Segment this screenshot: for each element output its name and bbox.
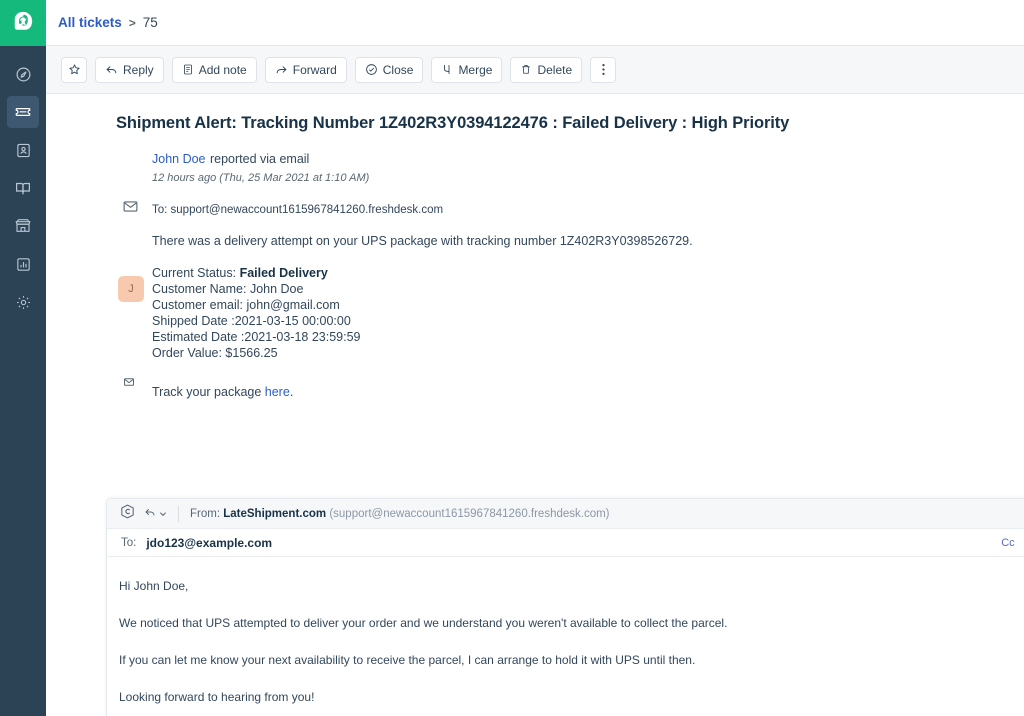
composer-to-label: To: bbox=[121, 537, 136, 549]
trash-icon bbox=[520, 63, 532, 76]
envelope-small-icon bbox=[123, 375, 135, 393]
reply-composer: From: LateShipment.com (support@newaccou… bbox=[106, 498, 1024, 716]
detail-estimated-date: Estimated Date :2021-03-18 23:59:59 bbox=[152, 329, 1000, 345]
page-title: Shipment Alert: Tracking Number 1Z402R3Y… bbox=[116, 114, 789, 134]
ticket-message-body: There was a delivery attempt on your UPS… bbox=[46, 216, 1024, 403]
add-note-button[interactable]: Add note bbox=[172, 57, 257, 83]
chevron-down-icon bbox=[159, 505, 167, 523]
sidebar-item-tickets[interactable] bbox=[7, 96, 39, 128]
ticket-action-toolbar: Reply Add note Forward bbox=[46, 46, 1024, 94]
ticket-to-line: To: support@newaccount1615967841260.fres… bbox=[152, 204, 1000, 216]
bar-chart-icon bbox=[15, 256, 32, 273]
reply-mode-selector[interactable] bbox=[144, 505, 167, 523]
cc-link[interactable]: Cc bbox=[1001, 537, 1014, 549]
reply-arrow-icon bbox=[105, 63, 118, 76]
status-label: Current Status: bbox=[152, 266, 236, 280]
speedometer-icon bbox=[15, 66, 32, 83]
track-package-line: Track your package here. bbox=[152, 383, 1000, 402]
detail-customer-email: Customer email: john@gmail.com bbox=[152, 297, 1000, 313]
sidebar-item-reports[interactable] bbox=[7, 248, 39, 280]
avatar: J bbox=[118, 276, 144, 302]
sidebar-item-admin[interactable] bbox=[7, 286, 39, 318]
detail-order-value: Order Value: $1566.25 bbox=[152, 345, 1000, 361]
message-intro: There was a delivery attempt on your UPS… bbox=[152, 232, 1000, 251]
forward-arrow-icon bbox=[275, 63, 288, 76]
composer-from-address: (support@newaccount1615967841260.freshde… bbox=[329, 508, 609, 520]
breadcrumb-all-tickets-link[interactable]: All tickets bbox=[58, 15, 122, 30]
close-ticket-button[interactable]: Close bbox=[355, 57, 424, 83]
reply-arrow-icon bbox=[144, 505, 156, 523]
contact-card-icon bbox=[15, 142, 32, 159]
ticket-reporter: J John Doe reported via email 12 hours a… bbox=[46, 134, 1024, 184]
forward-button[interactable]: Forward bbox=[265, 57, 347, 83]
detail-customer-name: Customer Name: John Doe bbox=[152, 281, 1000, 297]
check-circle-icon bbox=[365, 63, 378, 76]
ticket-header: Shipment Alert: Tracking Number 1Z402R3Y… bbox=[46, 94, 1024, 134]
breadcrumb-current-ticket: 75 bbox=[143, 15, 158, 30]
merge-button-label: Merge bbox=[458, 63, 492, 77]
main-column: All tickets > 75 Reply bbox=[46, 0, 1024, 716]
ticket-content-area: Shipment Alert: Tracking Number 1Z402R3Y… bbox=[46, 94, 1024, 716]
ticket-icon bbox=[14, 103, 32, 121]
reply-button[interactable]: Reply bbox=[95, 57, 164, 83]
sidebar-item-solutions[interactable] bbox=[7, 172, 39, 204]
merge-button[interactable]: Merge bbox=[431, 57, 502, 83]
merge-icon bbox=[441, 63, 453, 76]
ticket-recipient-row: To: support@newaccount1615967841260.fres… bbox=[46, 184, 1024, 216]
freshdesk-logo[interactable] bbox=[0, 0, 46, 46]
reply-button-label: Reply bbox=[123, 63, 154, 77]
composer-header-divider bbox=[178, 506, 179, 522]
track-package-suffix: . bbox=[290, 385, 293, 399]
forward-button-label: Forward bbox=[293, 63, 337, 77]
composer-paragraph-2: If you can let me know your next availab… bbox=[119, 651, 1024, 669]
detail-shipped-date: Shipped Date :2021-03-15 00:00:00 bbox=[152, 313, 1000, 329]
favorite-star-button[interactable] bbox=[61, 57, 87, 83]
kebab-menu-icon bbox=[602, 63, 605, 76]
composer-header: From: LateShipment.com (support@newaccou… bbox=[107, 499, 1024, 529]
composer-to-row: To: jdo123@example.com Cc Bcc bbox=[107, 529, 1024, 557]
detail-status: Current Status: Failed Delivery bbox=[152, 265, 1000, 281]
gear-icon bbox=[15, 294, 32, 311]
note-icon bbox=[182, 63, 194, 76]
composer-from-label: From: bbox=[190, 508, 220, 520]
sidebar-item-dashboard[interactable] bbox=[7, 58, 39, 90]
headset-logo-icon bbox=[12, 10, 34, 37]
breadcrumb: All tickets > 75 bbox=[46, 0, 1024, 46]
track-package-link[interactable]: here bbox=[265, 385, 290, 399]
close-ticket-button-label: Close bbox=[383, 63, 414, 77]
composer-greeting: Hi John Doe, bbox=[119, 577, 1024, 595]
delete-button[interactable]: Delete bbox=[510, 57, 582, 83]
reporter-name-link[interactable]: John Doe bbox=[152, 152, 206, 166]
breadcrumb-separator: > bbox=[129, 16, 136, 30]
app-root: All tickets > 75 Reply bbox=[0, 0, 1024, 716]
store-icon bbox=[14, 217, 32, 235]
reported-via-label: reported via email bbox=[210, 152, 309, 166]
sidebar-item-contacts[interactable] bbox=[7, 134, 39, 166]
more-actions-button[interactable] bbox=[590, 57, 616, 83]
composer-from-name: LateShipment.com bbox=[223, 508, 326, 520]
composer-from-row: From: LateShipment.com (support@newaccou… bbox=[190, 508, 610, 520]
book-icon bbox=[14, 179, 32, 197]
composer-body-editor[interactable]: Hi John Doe, We noticed that UPS attempt… bbox=[107, 557, 1024, 716]
add-note-button-label: Add note bbox=[199, 63, 247, 77]
status-badge: Failed Delivery bbox=[240, 266, 328, 280]
track-package-prefix: Track your package bbox=[152, 385, 265, 399]
cube-logo-icon bbox=[119, 503, 136, 525]
sidebar-item-forums[interactable] bbox=[7, 210, 39, 242]
rail-item-list bbox=[7, 46, 39, 318]
composer-to-field[interactable]: jdo123@example.com bbox=[146, 536, 272, 550]
cc-bcc-group: Cc Bcc bbox=[1001, 537, 1024, 549]
composer-paragraph-3: Looking forward to hearing from you! bbox=[119, 688, 1024, 706]
left-nav-rail bbox=[0, 0, 46, 716]
delete-button-label: Delete bbox=[537, 63, 572, 77]
star-icon bbox=[68, 63, 81, 76]
ticket-timestamp: 12 hours ago (Thu, 25 Mar 2021 at 1:10 A… bbox=[152, 172, 1000, 184]
composer-paragraph-1: We noticed that UPS attempted to deliver… bbox=[119, 614, 1024, 632]
